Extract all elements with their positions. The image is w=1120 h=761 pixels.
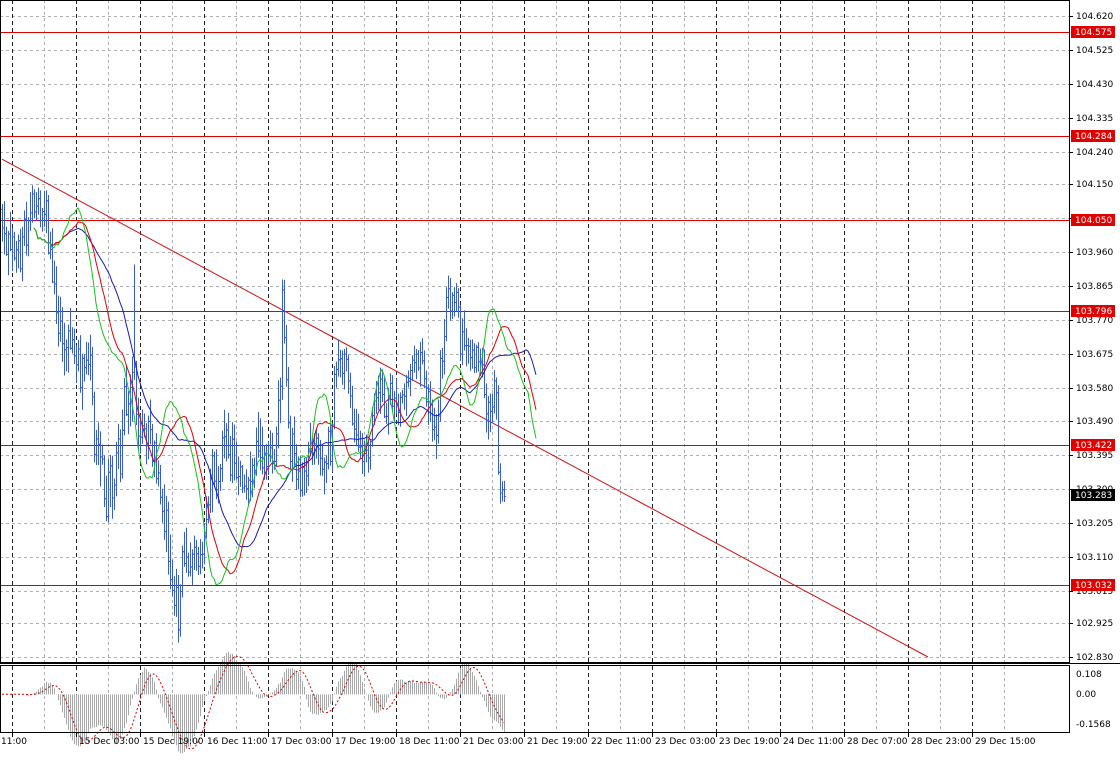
chart-background xyxy=(0,0,1120,757)
level-tag-label: 104.050 xyxy=(1075,216,1112,226)
time-tick-label: 15 Dec 03:00 xyxy=(79,737,140,747)
level-price-tag: 103.796 xyxy=(1071,305,1115,317)
time-tick-label: 29 Dec 15:00 xyxy=(975,737,1036,747)
price-tick-label: 103.675 xyxy=(1076,350,1113,360)
price-tick-label: 103.395 xyxy=(1076,451,1113,461)
chart-canvas[interactable]: 104.620 104.525 104.430 104.335 104.240 104.1… xyxy=(0,0,1120,757)
price-tick-label: 103.960 xyxy=(1076,248,1113,258)
level-tag-label: 103.422 xyxy=(1075,441,1112,451)
time-tick-label: 11:00 xyxy=(1,737,27,747)
level-tag-label: 103.796 xyxy=(1075,307,1112,317)
price-tick-label: 103.205 xyxy=(1076,519,1113,529)
price-tick-label: 104.620 xyxy=(1076,12,1113,22)
indicator-tick-label: -0.1568 xyxy=(1076,720,1111,730)
time-tick-label: 22 Dec 11:00 xyxy=(591,737,652,747)
time-tick-label: 24 Dec 11:00 xyxy=(783,737,844,747)
time-tick-label: 18 Dec 11:00 xyxy=(399,737,460,747)
indicator-tick-label: 0.00 xyxy=(1076,690,1096,700)
price-tick-label: 103.580 xyxy=(1076,384,1113,394)
time-tick-label: 17 Dec 03:00 xyxy=(271,737,332,747)
level-price-tag: 104.050 xyxy=(1071,214,1115,226)
level-price-tag: 103.032 xyxy=(1071,579,1115,591)
price-tick-label: 103.490 xyxy=(1076,417,1113,427)
price-tick-label: 102.925 xyxy=(1076,619,1113,629)
price-tick-label: 103.770 xyxy=(1076,316,1113,326)
price-tick-label: 104.240 xyxy=(1076,148,1113,158)
price-tick-label: 103.865 xyxy=(1076,282,1113,292)
price-tick-label: 104.150 xyxy=(1076,180,1113,190)
time-tick-label: 17 Dec 19:00 xyxy=(335,737,396,747)
level-price-tag: 104.575 xyxy=(1071,26,1115,38)
price-tick-label: 102.830 xyxy=(1076,653,1113,663)
time-tick-label: 21 Dec 03:00 xyxy=(463,737,524,747)
indicator-tick-label: 0.108 xyxy=(1076,670,1102,680)
time-tick-label: 28 Dec 07:00 xyxy=(847,737,908,747)
trading-chart[interactable]: 104.620 104.525 104.430 104.335 104.240 104.1… xyxy=(0,0,1120,757)
level-price-tag: 104.284 xyxy=(1071,130,1115,142)
level-tag-label: 104.575 xyxy=(1075,28,1112,38)
time-tick-label: 21 Dec 19:00 xyxy=(527,737,588,747)
price-tick-label: 104.430 xyxy=(1076,80,1113,90)
time-tick-label: 15 Dec 19:00 xyxy=(143,737,204,747)
level-price-tag: 103.422 xyxy=(1071,439,1115,451)
time-tick-label: 23 Dec 19:00 xyxy=(719,737,780,747)
current-price-label: 103.283 xyxy=(1075,491,1112,501)
level-tag-label: 104.284 xyxy=(1075,132,1112,142)
time-tick-label: 23 Dec 03:00 xyxy=(655,737,716,747)
price-tick-label: 103.110 xyxy=(1076,553,1113,563)
time-tick-label: 16 Dec 11:00 xyxy=(207,737,268,747)
price-tick-label: 104.335 xyxy=(1076,114,1113,124)
price-tick-label: 104.525 xyxy=(1076,46,1113,56)
level-tag-label: 103.032 xyxy=(1075,581,1112,591)
current-price-tag: 103.283 xyxy=(1071,489,1115,501)
time-tick-label: 28 Dec 23:00 xyxy=(911,737,972,747)
